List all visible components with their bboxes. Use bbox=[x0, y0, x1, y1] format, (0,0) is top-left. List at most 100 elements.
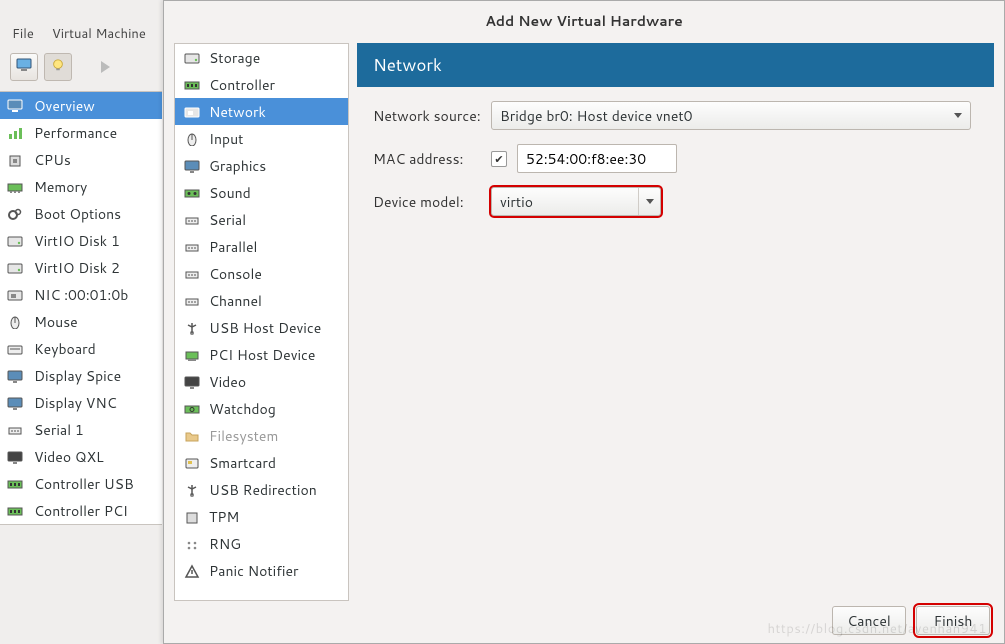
console-button[interactable] bbox=[10, 53, 38, 81]
port-icon bbox=[183, 266, 201, 282]
nic-icon bbox=[4, 286, 26, 304]
hardware-item[interactable]: Serial 1 bbox=[0, 416, 162, 443]
menu-file[interactable]: File bbox=[12, 25, 34, 43]
hardware-item-label: Boot Options bbox=[34, 204, 121, 224]
hardware-type-item[interactable]: Console bbox=[175, 260, 348, 287]
finish-button[interactable]: Finish bbox=[916, 606, 990, 635]
panel-heading: Network bbox=[357, 43, 994, 87]
hardware-item-label: Performance bbox=[34, 123, 117, 143]
bulb-icon bbox=[50, 57, 66, 77]
hardware-type-item[interactable]: Panic Notifier bbox=[175, 557, 348, 584]
hardware-item-label: Keyboard bbox=[34, 339, 96, 359]
hardware-item[interactable]: VirtIO Disk 1 bbox=[0, 227, 162, 254]
cancel-button[interactable]: Cancel bbox=[832, 606, 906, 635]
panic-icon bbox=[183, 563, 201, 579]
hardware-item[interactable]: Memory bbox=[0, 173, 162, 200]
hardware-item[interactable]: Controller USB bbox=[0, 470, 162, 497]
toolbar bbox=[0, 49, 163, 91]
hardware-item-label: Display Spice bbox=[34, 366, 121, 386]
hardware-type-item[interactable]: Storage bbox=[175, 44, 348, 71]
hardware-type-item[interactable]: RNG bbox=[175, 530, 348, 557]
mouse-icon bbox=[4, 313, 26, 331]
display-icon bbox=[4, 394, 26, 412]
port-icon bbox=[183, 293, 201, 309]
monitor-icon bbox=[16, 57, 32, 77]
mac-address-checkbox[interactable]: ✔ bbox=[491, 151, 507, 167]
hardware-type-label: Storage bbox=[209, 48, 260, 68]
controller-icon bbox=[4, 475, 26, 493]
hardware-type-item[interactable]: TPM bbox=[175, 503, 348, 530]
details-button[interactable] bbox=[44, 53, 72, 81]
hardware-type-label: USB Host Device bbox=[209, 318, 321, 338]
hardware-type-item[interactable]: Controller bbox=[175, 71, 348, 98]
tpm-icon bbox=[183, 509, 201, 525]
hdd-icon bbox=[183, 50, 201, 66]
keyboard-icon bbox=[4, 340, 26, 358]
hardware-item-label: CPUs bbox=[34, 150, 71, 170]
menubar: File Virtual Machine bbox=[0, 22, 163, 49]
hardware-type-label: Graphics bbox=[209, 156, 266, 176]
hardware-type-label: Controller bbox=[209, 75, 275, 95]
hardware-type-item[interactable]: Smartcard bbox=[175, 449, 348, 476]
hardware-item[interactable]: Video QXL bbox=[0, 443, 162, 470]
controller-icon bbox=[183, 77, 201, 93]
port-icon bbox=[183, 212, 201, 228]
chevron-down-icon bbox=[954, 113, 962, 118]
hardware-type-label: Network bbox=[209, 102, 266, 122]
folder-icon bbox=[183, 428, 201, 444]
controller-icon bbox=[4, 502, 26, 520]
hardware-type-item[interactable]: USB Redirection bbox=[175, 476, 348, 503]
hardware-item[interactable]: CPUs bbox=[0, 146, 162, 173]
hardware-item[interactable]: VirtIO Disk 2 bbox=[0, 254, 162, 281]
hardware-item[interactable]: Performance bbox=[0, 119, 162, 146]
hardware-type-item[interactable]: Input bbox=[175, 125, 348, 152]
cancel-button-label: Cancel bbox=[847, 611, 891, 631]
ram-icon bbox=[4, 178, 26, 196]
hardware-item-label: Mouse bbox=[34, 312, 78, 332]
hardware-type-item[interactable]: Parallel bbox=[175, 233, 348, 260]
hardware-type-item[interactable]: Video bbox=[175, 368, 348, 395]
hardware-item[interactable]: Overview bbox=[0, 92, 162, 119]
hardware-item[interactable]: Display Spice bbox=[0, 362, 162, 389]
mac-address-input[interactable] bbox=[517, 144, 677, 173]
nic-icon bbox=[183, 104, 201, 120]
hardware-type-label: Watchdog bbox=[209, 399, 276, 419]
hardware-type-item[interactable]: Serial bbox=[175, 206, 348, 233]
hardware-type-item[interactable]: PCI Host Device bbox=[175, 341, 348, 368]
network-source-label: Network source: bbox=[373, 106, 491, 126]
hardware-list[interactable]: Overview Performance CPUs Memory Boot Option… bbox=[0, 91, 162, 525]
hardware-type-list[interactable]: Storage Controller Network Input Graphics Sou… bbox=[174, 43, 349, 601]
hardware-item[interactable]: Boot Options bbox=[0, 200, 162, 227]
hardware-type-item[interactable]: Sound bbox=[175, 179, 348, 206]
menu-virtual-machine[interactable]: Virtual Machine bbox=[52, 25, 146, 43]
hardware-item-label: NIC :00:01:0b bbox=[34, 285, 128, 305]
network-source-value: Bridge br0: Host device vnet0 bbox=[500, 106, 693, 126]
hdd-icon bbox=[4, 232, 26, 250]
device-model-dropdown-button[interactable] bbox=[638, 188, 660, 215]
network-source-select[interactable]: Bridge br0: Host device vnet0 bbox=[491, 101, 971, 130]
hardware-item-label: Memory bbox=[34, 177, 87, 197]
hardware-item-label: VirtIO Disk 1 bbox=[34, 231, 120, 251]
run-button[interactable] bbox=[94, 56, 116, 78]
port-icon bbox=[4, 421, 26, 439]
hardware-type-label: Filesystem bbox=[209, 426, 278, 446]
hardware-type-item[interactable]: Network bbox=[175, 98, 348, 125]
hardware-item-label: Controller PCI bbox=[34, 501, 128, 521]
hardware-type-label: Input bbox=[209, 129, 243, 149]
hardware-item-label: VirtIO Disk 2 bbox=[34, 258, 120, 278]
hardware-item[interactable]: Controller PCI bbox=[0, 497, 162, 524]
hardware-type-item[interactable]: USB Host Device bbox=[175, 314, 348, 341]
hardware-item[interactable]: Keyboard bbox=[0, 335, 162, 362]
hardware-type-item[interactable]: Watchdog bbox=[175, 395, 348, 422]
mac-address-label: MAC address: bbox=[373, 149, 491, 169]
hardware-type-item[interactable]: Channel bbox=[175, 287, 348, 314]
hardware-type-label: Smartcard bbox=[209, 453, 276, 473]
hardware-item[interactable]: Mouse bbox=[0, 308, 162, 335]
hardware-type-label: RNG bbox=[209, 534, 241, 554]
hardware-type-item[interactable]: Graphics bbox=[175, 152, 348, 179]
hardware-item[interactable]: NIC :00:01:0b bbox=[0, 281, 162, 308]
hardware-item[interactable]: Display VNC bbox=[0, 389, 162, 416]
usb-icon bbox=[183, 482, 201, 498]
device-model-select[interactable]: virtio bbox=[491, 187, 661, 216]
hardware-type-label: Serial bbox=[209, 210, 246, 230]
